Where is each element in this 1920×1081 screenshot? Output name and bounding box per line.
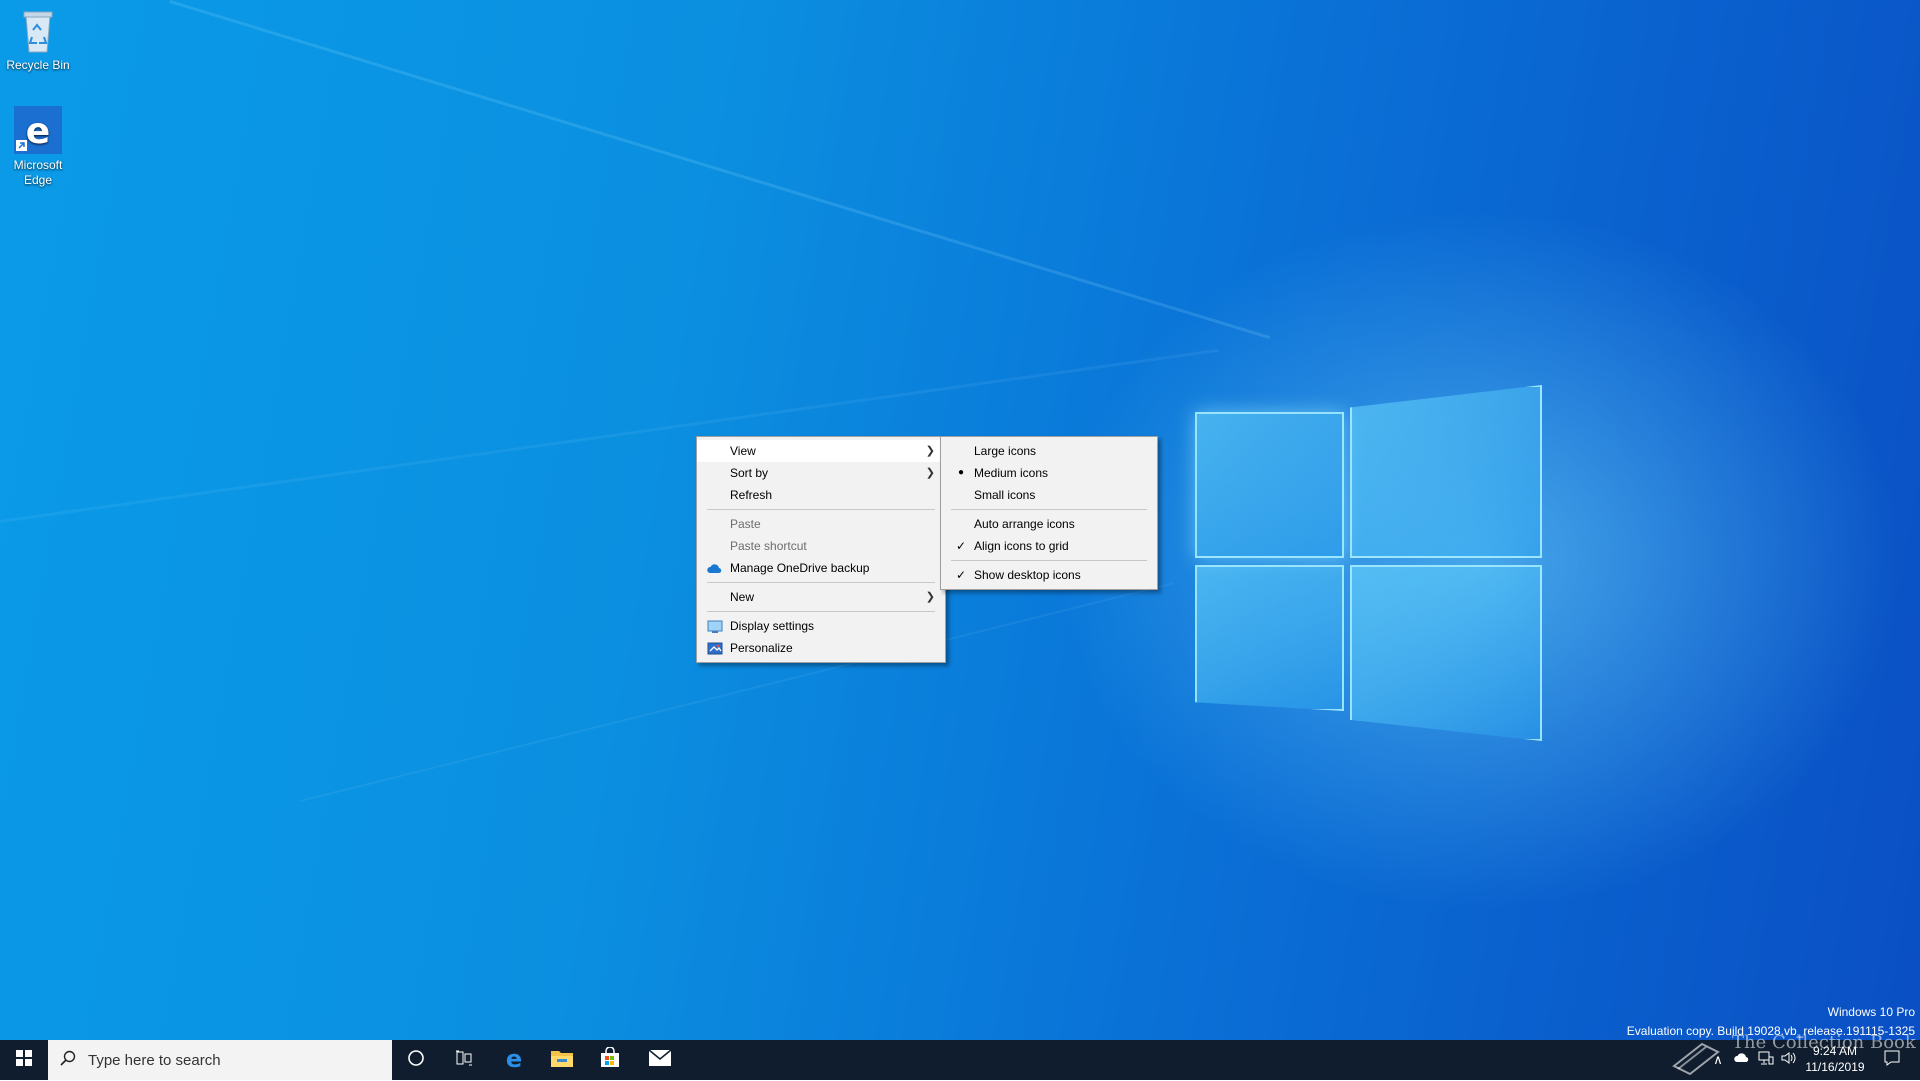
mail-icon: [648, 1048, 672, 1072]
start-button[interactable]: [0, 1040, 48, 1080]
overlay-text: The Collection Book: [1732, 1032, 1916, 1053]
menu-item-label: Display settings: [730, 619, 815, 633]
cortana-circle-icon: [407, 1049, 425, 1072]
menu-item-label: Align icons to grid: [974, 539, 1069, 553]
checkmark-icon: ✓: [955, 568, 967, 582]
windows-start-icon: [16, 1049, 32, 1071]
recycle-bin-icon: [18, 6, 58, 54]
menu-separator: [707, 611, 935, 612]
submenu-item-small-icons[interactable]: Small icons: [941, 484, 1157, 506]
logo-pane-top-right: [1350, 385, 1542, 558]
file-explorer-icon: [550, 1048, 574, 1073]
clock-date: 11/16/2019: [1805, 1060, 1865, 1074]
menu-item-label: Sort by: [730, 466, 769, 480]
desktop-context-menu: View ❯ Sort by ❯ Refresh Paste Paste sho…: [696, 436, 946, 663]
menu-item-label: Paste: [730, 517, 761, 531]
taskbar-mail-button[interactable]: [636, 1040, 684, 1080]
chevron-right-icon: ❯: [925, 591, 935, 603]
desktop-icon-recycle-bin[interactable]: Recycle Bin: [0, 6, 76, 73]
search-placeholder: Type here to search: [88, 1051, 221, 1069]
menu-item-view[interactable]: View ❯: [697, 440, 945, 462]
chevron-right-icon: ❯: [925, 445, 935, 457]
menu-item-label: Auto arrange icons: [974, 517, 1075, 531]
network-icon: [1758, 1051, 1774, 1070]
taskbar-store-button[interactable]: [586, 1040, 634, 1080]
taskbar-file-explorer-button[interactable]: [538, 1040, 586, 1080]
task-view-icon: [455, 1050, 473, 1071]
logo-pane-top-left: [1195, 412, 1344, 558]
overlay-logo: [1670, 1036, 1722, 1081]
cortana-button[interactable]: [392, 1040, 440, 1080]
view-submenu: Large icons ● Medium icons Small icons A…: [940, 436, 1158, 590]
menu-item-display-settings[interactable]: Display settings: [697, 615, 945, 637]
chevron-right-icon: ❯: [925, 467, 935, 479]
taskbar: Type here to search e ∧ 9:24 AM 11/16/20…: [0, 1040, 1920, 1080]
taskbar-search-box[interactable]: Type here to search: [48, 1040, 392, 1080]
menu-item-paste[interactable]: Paste: [697, 513, 945, 535]
logo-pane-bottom-left: [1195, 565, 1344, 711]
menu-item-label: Small icons: [974, 488, 1036, 502]
menu-item-sort-by[interactable]: Sort by ❯: [697, 462, 945, 484]
menu-item-refresh[interactable]: Refresh: [697, 484, 945, 506]
onedrive-icon: [1734, 1051, 1750, 1069]
menu-separator: [707, 509, 935, 510]
menu-item-label: Show desktop icons: [974, 568, 1081, 582]
personalize-icon: [707, 641, 723, 655]
desktop-icon-microsoft-edge[interactable]: e Microsoft Edge: [0, 106, 76, 188]
menu-separator: [707, 582, 935, 583]
edge-icon: e: [502, 1045, 526, 1075]
menu-separator: [951, 509, 1147, 510]
checkmark-icon: ✓: [955, 539, 967, 553]
light-beam: [169, 0, 1271, 340]
taskbar-edge-button[interactable]: e: [490, 1040, 538, 1080]
submenu-item-auto-arrange-icons[interactable]: Auto arrange icons: [941, 513, 1157, 535]
desktop-icon-label: Recycle Bin: [6, 58, 70, 72]
search-icon: [60, 1050, 76, 1071]
edition-watermark: Windows 10 Pro: [1827, 1005, 1915, 1019]
book-logo-icon: [1670, 1042, 1722, 1080]
menu-item-paste-shortcut[interactable]: Paste shortcut: [697, 535, 945, 557]
menu-item-label: Paste shortcut: [730, 539, 807, 553]
submenu-item-align-icons-to-grid[interactable]: ✓ Align icons to grid: [941, 535, 1157, 557]
menu-item-new[interactable]: New ❯: [697, 586, 945, 608]
menu-item-label: Personalize: [730, 641, 793, 655]
radio-bullet-icon: ●: [957, 467, 965, 478]
menu-item-label: View: [730, 444, 756, 458]
menu-item-label: New: [730, 590, 755, 604]
menu-item-label: Medium icons: [974, 466, 1049, 480]
menu-item-personalize[interactable]: Personalize: [697, 637, 945, 659]
submenu-item-medium-icons[interactable]: ● Medium icons: [941, 462, 1157, 484]
task-view-button[interactable]: [440, 1040, 488, 1080]
submenu-item-show-desktop-icons[interactable]: ✓ Show desktop icons: [941, 564, 1157, 586]
store-icon: [599, 1045, 621, 1074]
submenu-item-large-icons[interactable]: Large icons: [941, 440, 1157, 462]
menu-item-manage-onedrive-backup[interactable]: Manage OneDrive backup: [697, 557, 945, 579]
desktop[interactable]: Recycle Bin e Microsoft Edge View ❯ Sort…: [0, 0, 1920, 1040]
desktop-icon-label: Microsoft Edge: [13, 158, 63, 187]
menu-item-label: Manage OneDrive backup: [730, 561, 870, 575]
display-settings-icon: [707, 619, 723, 633]
svg-text:e: e: [26, 111, 50, 152]
edge-icon: e: [14, 106, 62, 154]
onedrive-icon: [707, 561, 723, 575]
menu-item-label: Refresh: [730, 488, 773, 502]
svg-text:e: e: [506, 1046, 522, 1070]
logo-pane-bottom-right: [1350, 565, 1542, 741]
menu-separator: [951, 560, 1147, 561]
menu-item-label: Large icons: [974, 444, 1037, 458]
